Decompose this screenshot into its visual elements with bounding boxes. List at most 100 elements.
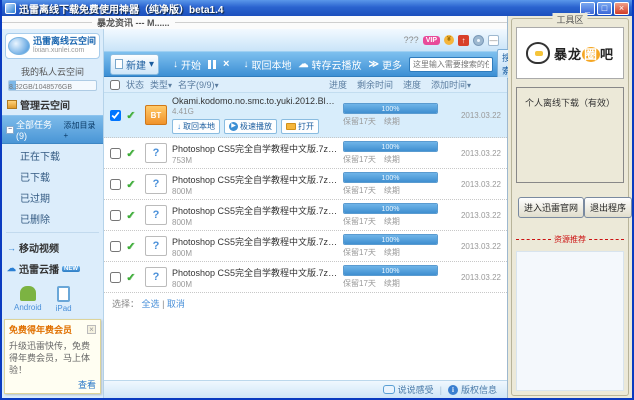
new-page-icon	[115, 59, 123, 69]
task-name[interactable]: Photoshop CS5完全自学教程中文版.7z.005	[172, 142, 338, 155]
ipad-app-button[interactable]: iPad	[56, 286, 72, 313]
tool-panel: 工具区 暴龙圈吧 个人离线下载（有效） 进入迅雷官网 退出程序 资源推荐	[508, 16, 632, 398]
cloud-logo-icon	[8, 37, 30, 55]
renew-link[interactable]: 续期	[384, 185, 400, 196]
promo-body: 升级迅雷快传，免费得年费会员，马上体验！	[9, 340, 96, 376]
maximize-button[interactable]: □	[597, 2, 612, 15]
sidebar-item-all-tasks[interactable]: − 全部任务(9) 添加目录+	[2, 115, 103, 144]
resource-divider-label: 资源推荐	[551, 234, 589, 245]
task-size: 800M	[172, 187, 338, 196]
task-row[interactable]: ✓ ? Photoshop CS5完全自学教程中文版.7z.004 800M 1…	[104, 169, 507, 200]
ticker-line	[175, 22, 508, 23]
task-checkbox[interactable]	[110, 179, 121, 190]
statusbar-divider: |	[440, 385, 442, 395]
task-date: 2013.03.22	[443, 242, 501, 251]
column-speed[interactable]: 速度	[403, 78, 421, 91]
sidebar-item-downloading[interactable]: 正在下载	[2, 145, 103, 166]
new-task-button[interactable]: 新建 ▾	[110, 54, 159, 75]
task-checkbox[interactable]	[110, 110, 121, 121]
username-text[interactable]: ???	[404, 35, 419, 45]
task-name[interactable]: Photoshop CS5完全自学教程中文版.7z.003	[172, 204, 338, 217]
sidebar-item-mobile-video[interactable]: → 移动视频	[2, 236, 103, 257]
toolbar: 新建 ▾ ↓ 开始 ×	[104, 51, 507, 77]
progress-bar: 100%	[343, 203, 438, 214]
all-tasks-label: 全部任务(9)	[16, 118, 62, 141]
exit-program-button[interactable]: 退出程序	[584, 197, 632, 218]
cloud-play-label: 迅雷云播	[19, 261, 59, 276]
sidebar-item-downloaded[interactable]: 已下载	[2, 166, 103, 187]
task-row[interactable]: ✓ ? Photoshop CS5完全自学教程中文版.7z.005 753M 1…	[104, 138, 507, 169]
renew-link[interactable]: 续期	[384, 116, 400, 127]
settings-gear-icon[interactable]	[473, 35, 484, 46]
speed-play-action-button[interactable]: ▶ 极速播放	[224, 119, 277, 134]
delete-button[interactable]: ×	[223, 58, 229, 70]
task-name[interactable]: Photoshop CS5完全自学教程中文版.7z.002	[172, 235, 338, 248]
android-app-button[interactable]: Android	[14, 286, 42, 313]
coin-icon[interactable]: ¥	[444, 35, 454, 45]
resource-divider: 资源推荐	[516, 234, 624, 245]
sidebar-item-deleted[interactable]: 已删除	[2, 208, 103, 229]
keep-days: 保留17天	[343, 278, 376, 289]
column-status[interactable]: 状态	[126, 78, 144, 91]
cloud-save-button[interactable]: ☁ 转存云播放	[298, 57, 361, 72]
open-action-button[interactable]: 打开	[281, 119, 319, 134]
renew-link[interactable]: 续期	[384, 154, 400, 165]
task-row[interactable]: ✓ ? Photoshop CS5完全自学教程中文版.7z.002 800M 1…	[104, 231, 507, 262]
renew-link[interactable]: 续期	[384, 216, 400, 227]
column-progress[interactable]: 进度	[329, 78, 347, 91]
task-checkbox[interactable]	[110, 210, 121, 221]
sign-in-icon[interactable]: ↑	[458, 35, 469, 46]
task-row[interactable]: ✓ BT Okami.kodomo.no.smc.to.yuki.2012.Bl…	[104, 93, 507, 138]
web-minimize-icon[interactable]: —	[488, 35, 499, 46]
select-all-link[interactable]: 全选	[142, 299, 160, 309]
sidebar-item-expired[interactable]: 已过期	[2, 187, 103, 208]
ipad-icon	[57, 286, 70, 302]
logo-title: 迅雷离线云空间	[33, 37, 96, 47]
search-input[interactable]	[409, 57, 493, 72]
task-row[interactable]: ✓ ? Photoshop CS5完全自学教程中文版.7z.001 800M 1…	[104, 262, 507, 293]
selection-footer: 选择： 全选 | 取消	[104, 293, 507, 314]
logo-box[interactable]: 迅雷离线云空间 lixian.xunlei.com	[5, 33, 100, 59]
android-label: Android	[14, 303, 42, 312]
task-name[interactable]: Photoshop CS5完全自学教程中文版.7z.001	[172, 266, 338, 279]
pause-button[interactable]	[208, 60, 216, 69]
sidebar: 迅雷离线云空间 lixian.xunlei.com 我的私人云空间 8.32GB…	[2, 29, 104, 398]
app-icon	[5, 3, 16, 14]
vip-badge[interactable]: VIP	[423, 36, 440, 45]
bt-folder-icon: BT	[145, 105, 167, 125]
task-row[interactable]: ✓ ? Photoshop CS5完全自学教程中文版.7z.003 800M 1…	[104, 200, 507, 231]
copyright-link[interactable]: i 版权信息	[448, 383, 497, 396]
select-cancel-link[interactable]: 取消	[167, 299, 185, 309]
retrieve-local-button[interactable]: ↓ 取回本地	[243, 57, 291, 72]
feedback-link[interactable]: 说说感受	[383, 383, 434, 396]
retrieve-local-action-button[interactable]: ↓ 取回本地	[172, 119, 220, 134]
task-size: 800M	[172, 249, 338, 258]
tree-collapse-icon[interactable]: −	[6, 126, 14, 134]
add-directory-link[interactable]: 添加目录+	[64, 120, 100, 140]
more-button[interactable]: ≫ 更多	[368, 57, 401, 72]
status-complete-icon: ✓	[126, 178, 140, 191]
column-remaining[interactable]: 剩余时间	[357, 78, 393, 91]
status-complete-icon: ✓	[126, 240, 140, 253]
storage-capacity-bar: 8.32GB/1048576GB	[8, 80, 97, 91]
renew-link[interactable]: 续期	[384, 278, 400, 289]
sidebar-item-cloud-play[interactable]: ☁ 迅雷云播 NEW	[2, 257, 103, 278]
column-type[interactable]: 类型▾	[150, 78, 172, 91]
renew-link[interactable]: 续期	[384, 247, 400, 258]
news-ticker[interactable]: 暴龙资讯 --- M......	[92, 16, 175, 29]
task-name[interactable]: Okami.kodomo.no.smc.to.yuki.2012.BluRay.…	[172, 96, 338, 106]
column-name[interactable]: 名字(9/9)▾	[178, 78, 219, 91]
close-button[interactable]: ×	[614, 2, 629, 15]
task-checkbox[interactable]	[110, 148, 121, 159]
android-icon	[20, 286, 36, 301]
task-checkbox[interactable]	[110, 272, 121, 283]
promo-close-icon[interactable]: ×	[87, 325, 96, 334]
official-site-button[interactable]: 进入迅雷官网	[518, 197, 584, 218]
column-added[interactable]: 添加时间▾	[431, 78, 501, 91]
task-name[interactable]: Photoshop CS5完全自学教程中文版.7z.004	[172, 173, 338, 186]
promo-view-link[interactable]: 查看	[9, 378, 96, 391]
select-all-checkbox[interactable]	[110, 80, 120, 90]
task-checkbox[interactable]	[110, 241, 121, 252]
start-button[interactable]: ↓ 开始	[173, 57, 201, 72]
penguin-mascot-icon	[526, 42, 550, 64]
